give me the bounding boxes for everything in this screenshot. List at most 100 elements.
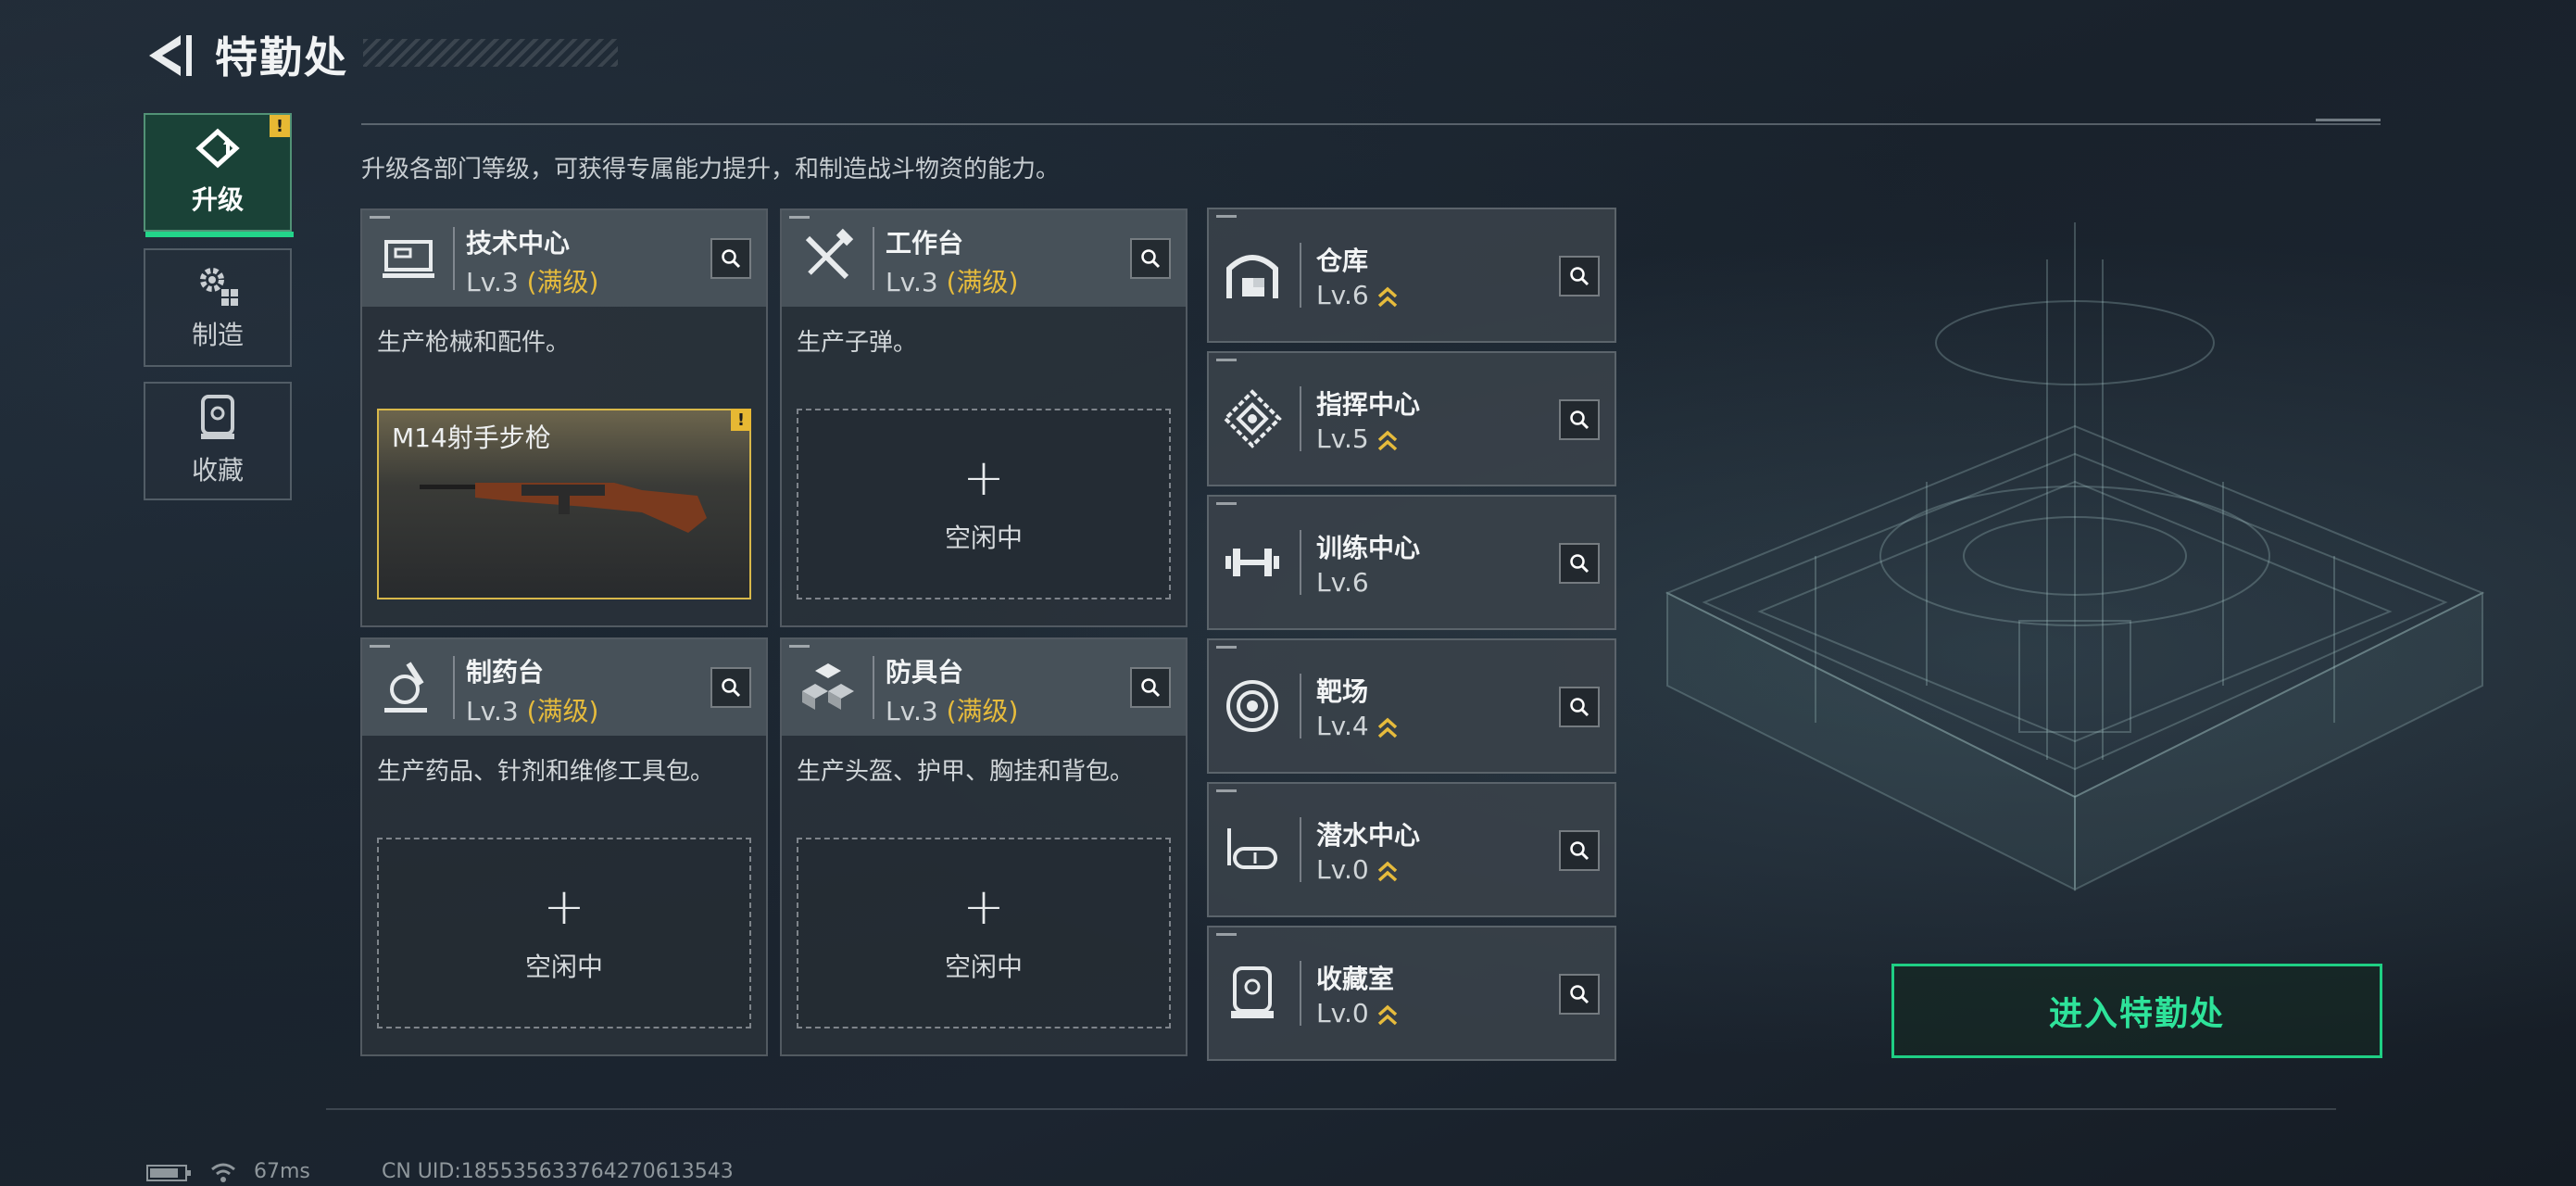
collection-icon — [201, 395, 234, 439]
tab-collection[interactable]: 收藏 — [144, 382, 292, 500]
corner-mark — [1216, 933, 1237, 936]
search-button[interactable] — [1559, 256, 1600, 296]
separator — [1300, 243, 1301, 308]
back-arrow-icon[interactable] — [144, 30, 197, 82]
workstation-desc: 生产药品、针剂和维修工具包。 — [377, 758, 715, 786]
search-icon — [1570, 841, 1590, 861]
separator — [1300, 530, 1301, 595]
search-button[interactable] — [1559, 399, 1600, 440]
active-tab-indicator — [145, 232, 294, 237]
search-button[interactable] — [1130, 667, 1171, 708]
tech-center-icon — [383, 240, 434, 278]
corner-mark — [1216, 789, 1237, 792]
page-title: 特勤处 — [215, 32, 348, 82]
production-slot[interactable]: + 空闲中 — [797, 838, 1171, 1028]
workstation-card: 工作台 Lv.3 (满级) 生产子弹。 + 空闲中 — [780, 208, 1187, 627]
level-value: Lv.0 — [1316, 998, 1369, 1028]
workstation-card: 制药台 Lv.3 (满级) 生产药品、针剂和维修工具包。 + 空闲中 — [360, 637, 768, 1056]
facility-level: Lv.6 — [1316, 567, 1369, 598]
slot-status: 空闲中 — [944, 523, 1023, 553]
search-button[interactable] — [710, 667, 751, 708]
search-icon — [1141, 678, 1161, 698]
production-slot[interactable]: + 空闲中 — [377, 838, 751, 1028]
corner-mark — [370, 645, 390, 648]
gears-icon — [200, 268, 238, 306]
pharmacy-icon — [384, 662, 427, 713]
separator — [873, 656, 874, 719]
separator — [453, 656, 455, 719]
workstation-level: Lv.3 (满级) — [886, 691, 1018, 728]
production-slot[interactable]: + 空闲中 — [797, 409, 1171, 599]
search-icon — [1570, 267, 1590, 286]
tab-upgrade[interactable]: 升级 ! — [144, 113, 294, 237]
card-header: 工作台 Lv.3 (满级) — [782, 210, 1186, 307]
corner-mark — [1216, 502, 1237, 505]
target-icon — [1226, 680, 1278, 732]
separator — [1300, 817, 1301, 882]
facility-diving-center[interactable]: 潜水中心 Lv.0 — [1207, 782, 1616, 917]
corner-mark — [1216, 359, 1237, 361]
tab-label: 制造 — [191, 320, 244, 350]
diving-mask-icon — [1227, 828, 1277, 869]
workstation-desc: 生产枪械和配件。 — [377, 329, 571, 357]
slot-status: 空闲中 — [524, 952, 603, 982]
title-decoration — [363, 39, 618, 67]
search-button[interactable] — [1130, 238, 1171, 279]
separator — [453, 227, 455, 290]
search-icon — [722, 249, 741, 269]
level-value: Lv.4 — [1316, 711, 1369, 741]
enter-special-ops-button[interactable]: 进入特勤处 — [1891, 964, 2382, 1058]
facility-collection-room[interactable]: 收藏室 Lv.0 — [1207, 926, 1616, 1061]
plus-icon: + — [962, 448, 1005, 507]
max-level-tag: (满级) — [946, 267, 1019, 297]
workbench-icon — [805, 228, 854, 280]
facility-shooting-range[interactable]: 靶场 Lv.4 — [1207, 638, 1616, 774]
separator — [873, 227, 874, 290]
corner-mark — [789, 216, 810, 219]
facility-level: Lv.4 — [1316, 711, 1399, 741]
armor-bench-icon — [802, 663, 854, 710]
search-icon — [1570, 554, 1590, 574]
corner-mark — [370, 216, 390, 219]
search-button[interactable] — [1559, 687, 1600, 727]
item-name: M14射手步枪 — [392, 423, 551, 453]
facility-training-center[interactable]: 训练中心 Lv.6 — [1207, 495, 1616, 630]
rifle-image — [420, 483, 707, 533]
search-button[interactable] — [1559, 543, 1600, 584]
level-value: Lv.3 — [466, 267, 519, 297]
search-button[interactable] — [710, 238, 751, 279]
workstation-desc: 生产子弹。 — [797, 329, 918, 357]
facility-warehouse[interactable]: 仓库 Lv.6 — [1207, 208, 1616, 343]
facility-level: Lv.0 — [1316, 998, 1399, 1028]
corner-mark — [789, 645, 810, 648]
workstation-level: Lv.3 (满级) — [886, 262, 1018, 299]
level-value: Lv.6 — [1316, 567, 1369, 598]
facility-name: 仓库 — [1316, 246, 1369, 276]
search-button[interactable] — [1559, 974, 1600, 1015]
production-slot[interactable]: M14射手步枪 ! — [377, 409, 751, 599]
alert-badge: ! — [270, 115, 290, 137]
workstation-card: 技术中心 Lv.3 (满级) 生产枪械和配件。 M14射手步枪 ! — [360, 208, 768, 627]
level-value: Lv.6 — [1316, 280, 1369, 310]
workstation-desc: 生产头盔、护甲、胸挂和背包。 — [797, 758, 1135, 786]
tab-label: 收藏 — [191, 455, 244, 486]
facility-command-center[interactable]: 指挥中心 Lv.5 — [1207, 351, 1616, 486]
facility-name: 训练中心 — [1316, 533, 1421, 563]
divider-tick — [2316, 119, 2381, 121]
collection-room-icon — [1231, 966, 1274, 1018]
facility-name: 潜水中心 — [1316, 820, 1421, 851]
separator — [1300, 386, 1301, 451]
upgrade-available-icon — [1377, 861, 1397, 882]
search-button[interactable] — [1559, 830, 1600, 871]
search-icon — [1141, 249, 1161, 269]
facility-name: 指挥中心 — [1316, 389, 1421, 420]
level-value: Lv.3 — [466, 696, 519, 726]
level-value: Lv.5 — [1316, 423, 1369, 454]
card-header: 防具台 Lv.3 (满级) — [782, 639, 1186, 736]
tab-manufacture[interactable]: 制造 — [144, 248, 292, 367]
search-icon — [1570, 698, 1590, 717]
facility-name: 靶场 — [1316, 676, 1369, 707]
battery-icon — [146, 1165, 191, 1181]
user-uid: CN UID:1855356337642706135​43 — [382, 1160, 734, 1183]
wifi-icon — [211, 1163, 235, 1182]
